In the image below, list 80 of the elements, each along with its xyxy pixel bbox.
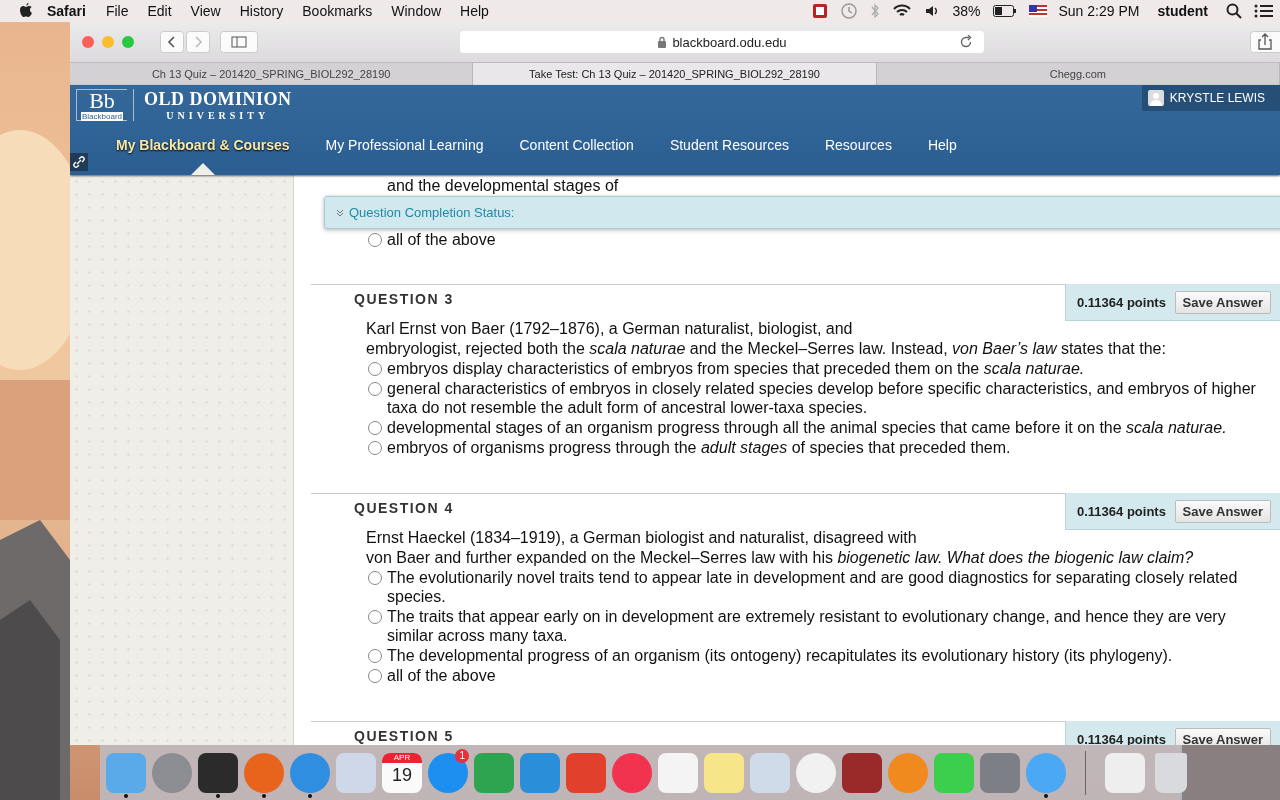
menu-item[interactable]: Edit [147, 3, 172, 19]
menu-item[interactable]: File [105, 3, 129, 19]
answer-option: and the developmental stages of [368, 176, 1280, 195]
clock-icon[interactable] [840, 2, 859, 20]
menu-item[interactable]: View [190, 3, 221, 19]
radio-button[interactable] [368, 571, 382, 585]
app-icon[interactable] [198, 752, 238, 793]
notification-badge: 1 [455, 749, 469, 763]
answer-option: all of the above [387, 230, 1280, 249]
answer-option: The evolutionarily novel traits tend to appear late in development and are good diagnostics for separating closely related species. [387, 568, 1280, 606]
question-title: QUESTION 5 [354, 728, 454, 744]
expand-icon [336, 208, 344, 217]
radio-button[interactable] [368, 382, 382, 396]
save-answer-button[interactable]: Save Answer [1174, 727, 1271, 745]
list-icon[interactable] [1254, 4, 1274, 18]
university-subtitle: UNIVERSITY [166, 110, 270, 121]
link-icon[interactable] [70, 153, 88, 171]
menu-clock[interactable]: Sun 2:29 PM [1058, 3, 1140, 19]
shield-icon[interactable] [812, 3, 829, 19]
address-bar[interactable]: blackboard.odu.edu [460, 31, 984, 53]
forward-button[interactable] [186, 31, 210, 53]
menu-item[interactable]: History [239, 3, 284, 19]
close-button[interactable] [82, 36, 94, 48]
wifi-icon[interactable] [892, 3, 913, 19]
calendar-icon[interactable]: APR 19 [382, 752, 422, 793]
points-value: 0.11364 points [1077, 294, 1166, 310]
nav-tab[interactable]: Content Collection [501, 125, 652, 165]
lock-icon [657, 36, 668, 48]
avatar-icon [1147, 90, 1164, 106]
user-menu[interactable]: KRYSTLE LEWIS [1141, 85, 1280, 111]
nav-tab[interactable]: Help [909, 125, 975, 165]
browser-tab[interactable]: Take Test: Ch 13 Quiz – 201420_SPRING_BIOL292_28190 [473, 63, 877, 85]
app-icon[interactable] [842, 752, 882, 793]
back-button[interactable] [160, 31, 184, 53]
question-title: QUESTION 4 [354, 500, 454, 516]
share-button[interactable] [1250, 31, 1280, 53]
search-icon[interactable] [1226, 3, 1242, 19]
answer-option: embryos of organisms progress through the adult stages of species that preceded them. [387, 438, 1280, 457]
menu-item[interactable]: Window [391, 3, 442, 19]
app-menu[interactable]: Safari [47, 3, 86, 19]
apple-icon[interactable] [19, 3, 33, 19]
question-text: von Baer and further expanded on the Meckel–Serres law with his biogenetic law. What does the biogenic law claim? [366, 548, 1195, 567]
radio-button[interactable] [368, 233, 382, 247]
save-answer-button[interactable]: Save Answer [1174, 290, 1271, 314]
nav-tab[interactable]: My Professional Learning [307, 125, 502, 165]
question-text: Karl Ernst von Baer (1792–1876), a German naturalist, biologist, and [366, 319, 854, 338]
menu-item[interactable]: Help [460, 3, 489, 19]
answer-option: general characteristics of embryos in closely related species develop before specific characteristics, and embryos of higher taxa do not resemble the adult form of ancestral lower-taxa species. [387, 379, 1280, 417]
blackboard-logo: Bb Blackboard [76, 89, 127, 121]
menu-item[interactable]: Bookmarks [302, 3, 373, 19]
battery-icon[interactable] [992, 5, 1017, 17]
university-name: OLD DOMINION [144, 89, 292, 110]
radio-button[interactable] [368, 649, 382, 663]
minimize-button[interactable] [102, 36, 114, 48]
save-answer-button[interactable]: Save Answer [1174, 499, 1271, 523]
question-text: Ernst Haeckel (1834–1919), a German biologist and naturalist, disagreed with [366, 528, 918, 547]
question-text: embryologist, rejected both the scala naturae and the Meckel–Serres law. Instead, von Baer’s law states that the: [366, 339, 1167, 358]
answer-option: The traits that appear early on in development are extremely resistant to evolutionary change, and hence they are very similar across many taxa. [387, 607, 1280, 645]
points-value: 0.11364 points [1077, 503, 1166, 519]
answer-option: embryos display characteristics of embryos from species that preceded them on the scala naturae. [387, 359, 1280, 378]
flag-icon[interactable] [1028, 5, 1047, 17]
nav-tab[interactable]: Student Resources [651, 125, 807, 165]
radio-button[interactable] [368, 362, 382, 376]
question-title: QUESTION 3 [354, 291, 454, 307]
answer-option: The developmental progress of an organism (its ontogeny) recapitulates its evolutionary history (its phylogeny). [387, 646, 1280, 665]
reload-icon[interactable] [959, 35, 973, 49]
radio-button[interactable] [368, 669, 382, 683]
nav-tab[interactable]: Resources [806, 125, 910, 165]
trash-icon[interactable] [1155, 752, 1187, 793]
zoom-button[interactable] [122, 36, 134, 48]
user-menu[interactable]: student [1157, 3, 1208, 19]
sidebar-button[interactable] [220, 31, 258, 53]
bluetooth-icon[interactable] [870, 3, 881, 19]
battery-percentage: 38% [952, 3, 981, 19]
radio-button[interactable] [368, 610, 382, 624]
answer-option: all of the above [387, 666, 1280, 685]
answer-option: developmental stages of an organism progress through all the animal species that came before it on the scala naturae. [387, 418, 1280, 437]
radio-button[interactable] [368, 421, 382, 435]
document-icon[interactable] [1105, 752, 1145, 793]
radio-button[interactable] [368, 441, 382, 455]
